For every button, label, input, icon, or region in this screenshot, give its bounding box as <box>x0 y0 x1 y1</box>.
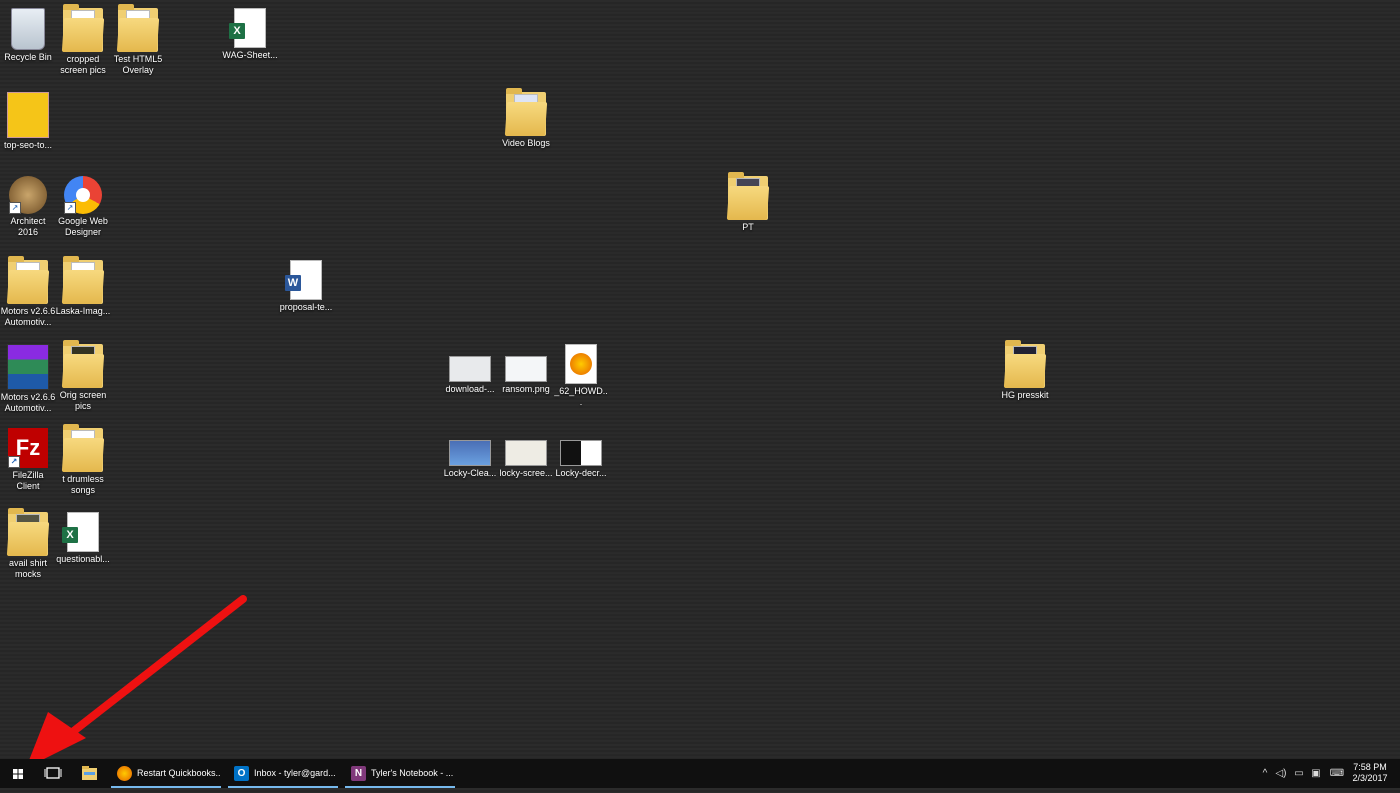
battery-button[interactable]: ▭ <box>1292 759 1306 788</box>
firefox-icon <box>117 766 132 781</box>
network-button[interactable]: ▣ <box>1309 759 1323 788</box>
task-view-icon <box>44 767 62 779</box>
desktop: Recycle Bin cropped screen pics Test HTM… <box>0 0 1400 759</box>
task-view-button[interactable] <box>38 759 68 788</box>
touch-keyboard-button[interactable]: ⌨ <box>1328 759 1346 788</box>
clock-time: 7:58 PM <box>1353 762 1387 772</box>
file-explorer-button[interactable] <box>74 759 104 788</box>
battery-icon: ▭ <box>1294 768 1304 779</box>
volume-button[interactable]: ◁) <box>1274 759 1288 788</box>
outlook-icon: O <box>234 766 249 781</box>
network-icon: ▣ <box>1311 768 1321 779</box>
system-clock[interactable]: 7:58 PM 2/3/2017 <box>1350 762 1390 784</box>
taskbar: Restart Quickbooks... O Inbox - tyler@ga… <box>0 759 1400 788</box>
keyboard-icon: ⌨ <box>1329 768 1345 779</box>
clock-date: 2/3/2017 <box>1352 773 1388 783</box>
red-arrow-annotation <box>29 595 247 759</box>
show-hidden-icons-button[interactable]: ^ <box>1258 759 1272 788</box>
taskbar-app-onenote[interactable]: N Tyler's Notebook - ... <box>345 759 455 788</box>
chevron-up-icon: ^ <box>1262 768 1268 779</box>
windows-logo-icon <box>13 769 23 779</box>
file-explorer-icon <box>82 766 97 780</box>
start-button[interactable] <box>4 759 32 788</box>
taskbar-app-firefox[interactable]: Restart Quickbooks... <box>111 759 221 788</box>
taskbar-app-outlook[interactable]: O Inbox - tyler@gard... <box>228 759 338 788</box>
onenote-icon: N <box>351 766 366 781</box>
speaker-icon: ◁) <box>1275 768 1287 779</box>
